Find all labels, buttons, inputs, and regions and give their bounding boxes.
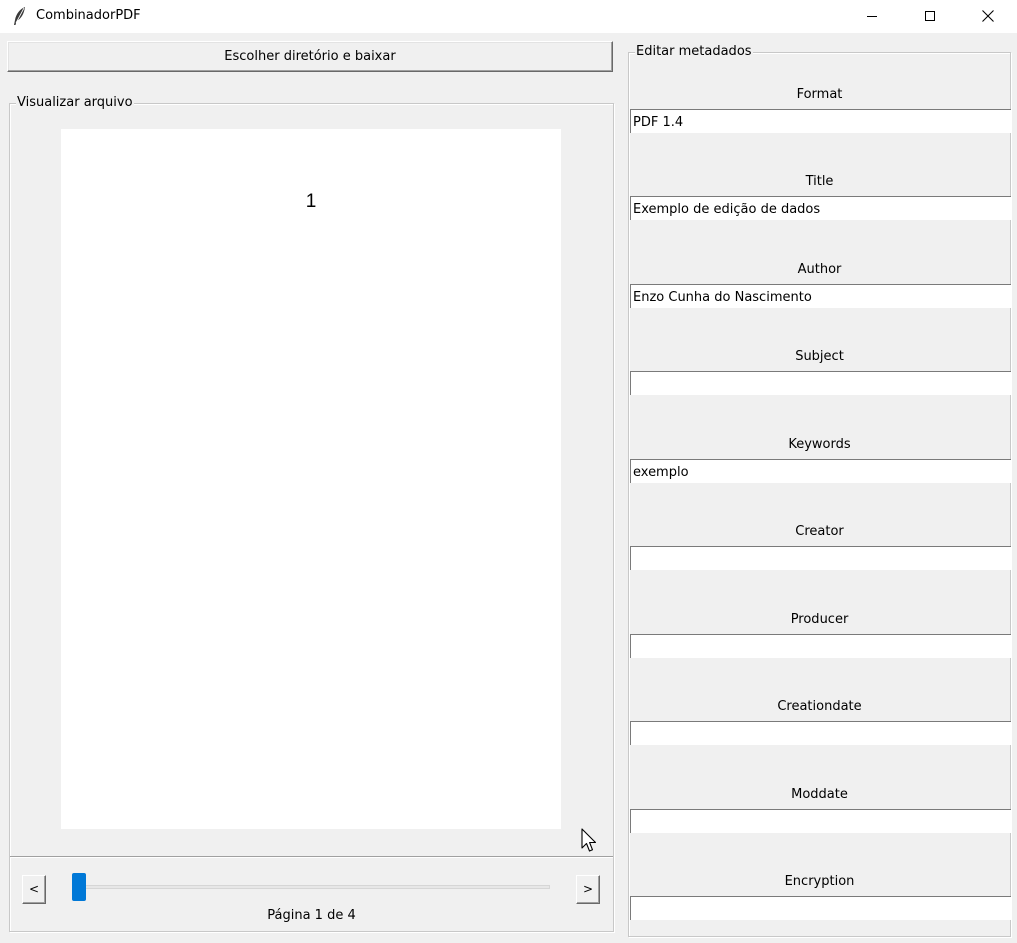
keywords-field[interactable] — [630, 459, 1011, 483]
page-slider-track[interactable] — [72, 885, 550, 889]
file-viewer-group: Visualizar arquivo 1 < > Página 1 de 4 — [9, 95, 614, 932]
close-icon — [982, 10, 994, 22]
moddate-label: Moddate — [791, 787, 848, 802]
format-label: Format — [796, 87, 843, 102]
creationdate-label: Creationdate — [777, 699, 862, 714]
maximize-icon — [925, 11, 935, 21]
edit-metadata-legend: Editar metadados — [635, 44, 753, 60]
page-status-label: Página 1 de 4 — [267, 908, 356, 923]
app-window: CombinadorPDF Escolher diretório e baixa… — [0, 0, 1017, 943]
producer-field[interactable] — [630, 634, 1011, 658]
minimize-icon — [867, 16, 877, 17]
moddate-field[interactable] — [630, 809, 1011, 833]
maximize-button[interactable] — [901, 0, 959, 33]
next-page-button[interactable]: > — [576, 875, 600, 904]
window-title: CombinadorPDF — [36, 8, 141, 23]
keywords-label: Keywords — [788, 437, 851, 452]
title-label: Title — [805, 174, 834, 189]
page-content-text: 1 — [305, 191, 317, 212]
title-field[interactable] — [630, 196, 1011, 220]
creator-label: Creator — [795, 524, 844, 539]
format-field[interactable] — [630, 109, 1011, 133]
encryption-field[interactable] — [630, 896, 1011, 920]
author-label: Author — [797, 262, 842, 277]
pdf-page-preview: 1 — [61, 129, 561, 829]
title-bar: CombinadorPDF — [0, 0, 1017, 33]
author-field[interactable] — [630, 284, 1011, 308]
file-viewer-legend: Visualizar arquivo — [16, 95, 134, 111]
subject-field[interactable] — [630, 371, 1011, 395]
close-button[interactable] — [959, 0, 1017, 33]
creator-field[interactable] — [630, 546, 1011, 570]
previous-page-button[interactable]: < — [22, 875, 46, 904]
encryption-label: Encryption — [784, 874, 855, 889]
minimize-button[interactable] — [843, 0, 901, 33]
creationdate-field[interactable] — [630, 721, 1011, 745]
page-slider-thumb[interactable] — [72, 873, 86, 901]
subject-label: Subject — [795, 349, 844, 364]
producer-label: Producer — [790, 612, 849, 627]
feather-icon — [14, 7, 25, 25]
choose-directory-download-button[interactable]: Escolher diretório e baixar — [7, 41, 613, 72]
mouse-cursor-icon — [581, 828, 597, 852]
edit-metadata-group: Editar metadados Format Title Author Sub… — [628, 44, 1011, 937]
viewer-separator — [10, 856, 613, 858]
